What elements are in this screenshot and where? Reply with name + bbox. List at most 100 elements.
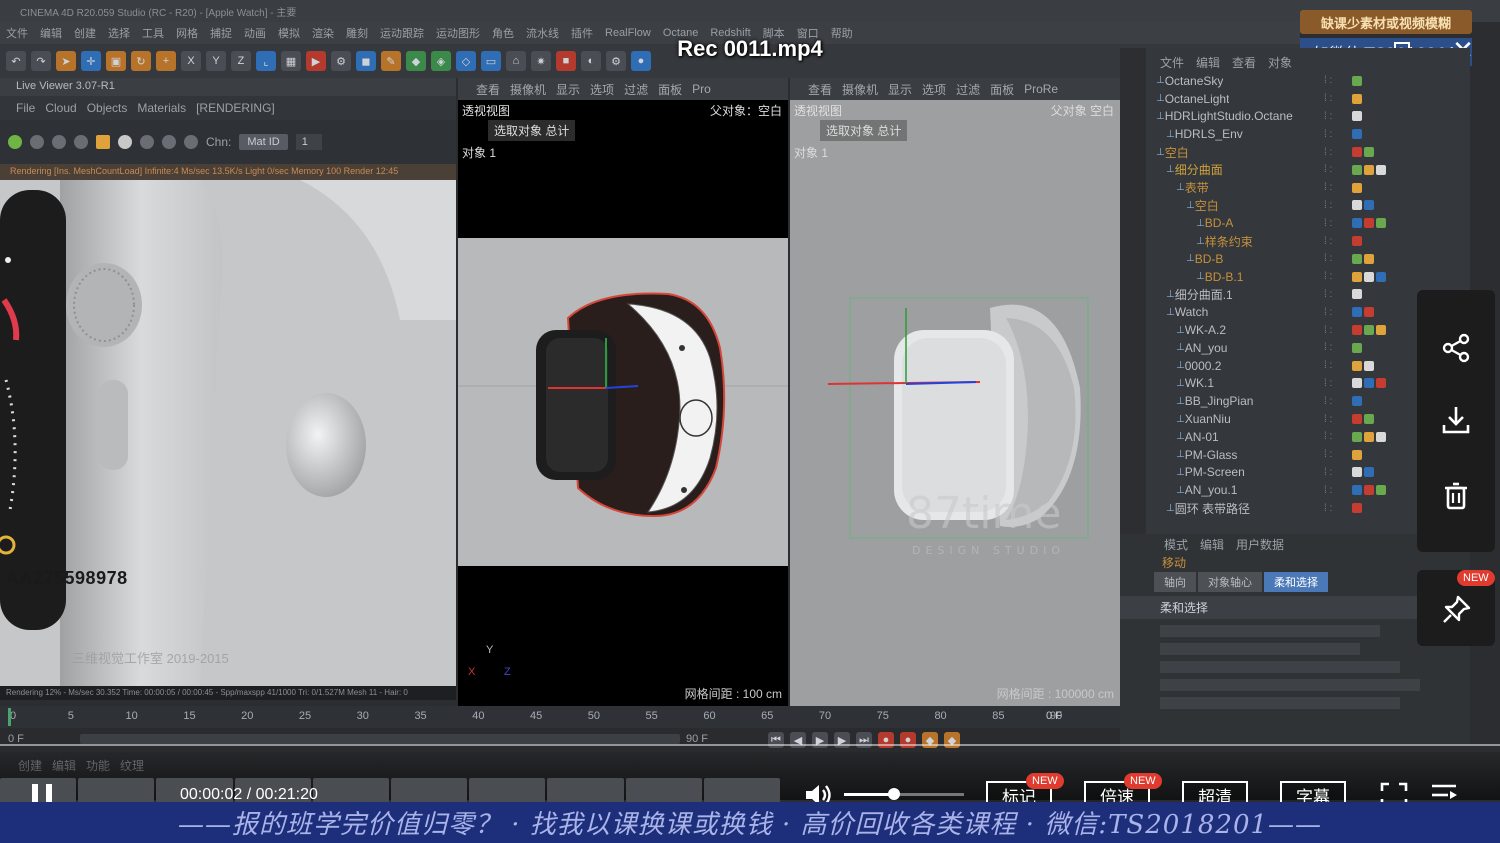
material-tag-icon[interactable]	[1364, 360, 1374, 371]
stop-icon[interactable]	[30, 135, 44, 149]
frame-range-slider[interactable]	[80, 734, 680, 744]
visibility-flags[interactable]: ⁞ :	[1324, 360, 1332, 371]
object-manager-menu-item[interactable]: 对象	[1268, 54, 1292, 74]
video-progress-bar[interactable]	[0, 744, 1500, 746]
channel-select[interactable]: Mat ID	[239, 134, 288, 150]
visibility-flags[interactable]: ⁞ :	[1324, 236, 1332, 247]
material-tag-icon[interactable]	[1364, 200, 1374, 211]
viewport-menu-item[interactable]: 摄像机	[842, 81, 878, 98]
material-tag-icon[interactable]	[1364, 414, 1374, 425]
material-tag-icon[interactable]	[1352, 218, 1362, 229]
material-tag-icon[interactable]	[1352, 485, 1362, 496]
material-tag-icon[interactable]	[1352, 431, 1362, 442]
material-tag-icon[interactable]	[1352, 164, 1362, 175]
focus-icon[interactable]	[184, 135, 198, 149]
object-row[interactable]: ⊥ OctaneLight ⁞ :	[1152, 90, 1470, 108]
material-tag-icon[interactable]	[1352, 414, 1362, 425]
playhead-marker[interactable]	[8, 708, 11, 726]
material-thumb[interactable]	[312, 778, 390, 804]
material-thumb[interactable]	[391, 778, 468, 804]
material-tag-icon[interactable]	[1364, 307, 1374, 318]
object-row[interactable]: ⊥ OctaneSky ⁞ :	[1152, 72, 1470, 90]
attribute-tab[interactable]: 轴向	[1154, 572, 1196, 592]
material-tag-icon[interactable]	[1352, 467, 1362, 478]
timeline-ruler[interactable]: 0 5 10 15 20 25 30 35 40 45 50 55 60 65 70 75 80 85 90	[0, 706, 1120, 728]
material-tag-icon[interactable]	[1352, 236, 1362, 247]
material-tag-icon[interactable]	[1352, 307, 1362, 318]
material-tag-icon[interactable]	[1352, 325, 1362, 336]
viewport-menu-item[interactable]: ProRe	[1024, 82, 1058, 96]
material-tag-icon[interactable]	[1352, 449, 1362, 460]
material-tag-icon[interactable]	[1376, 485, 1386, 496]
attribute-field[interactable]	[1160, 697, 1400, 709]
object-row[interactable]: ⊥ 样条约束 ⁞ :	[1152, 232, 1470, 250]
channel-number[interactable]: 1	[295, 134, 322, 150]
visibility-flags[interactable]: ⁞ :	[1324, 396, 1332, 407]
material-tag-icon[interactable]	[1364, 253, 1374, 264]
material-tag-icon[interactable]	[1352, 396, 1362, 407]
attribute-field[interactable]	[1160, 643, 1360, 655]
visibility-flags[interactable]: ⁞ :	[1324, 307, 1332, 318]
visibility-flags[interactable]: ⁞ :	[1324, 449, 1332, 460]
object-manager-menu-item[interactable]: 查看	[1232, 54, 1256, 74]
download-icon[interactable]	[1417, 390, 1495, 450]
visibility-flags[interactable]: ⁞ :	[1324, 467, 1332, 478]
viewport-menu-item[interactable]: 显示	[556, 81, 580, 98]
material-tag-icon[interactable]	[1352, 271, 1362, 282]
object-manager-menu-item[interactable]: 文件	[1160, 54, 1184, 74]
material-tag-icon[interactable]	[1376, 378, 1386, 389]
viewport-left[interactable]: 查看 摄像机 显示 选项 过滤 面板 Pro 透视视图 父对象：空白 选取对象 总计 对象 …	[458, 78, 788, 706]
live-viewer-menu-item[interactable]: Cloud	[45, 101, 76, 115]
material-tag-icon[interactable]	[1352, 111, 1362, 122]
visibility-flags[interactable]: ⁞ :	[1324, 485, 1332, 496]
current-frame-field[interactable]: 0 F	[1046, 710, 1062, 722]
visibility-flags[interactable]: ⁞ :	[1324, 147, 1332, 158]
visibility-flags[interactable]: ⁞ :	[1324, 271, 1332, 282]
material-tag-icon[interactable]	[1364, 378, 1374, 389]
object-row[interactable]: ⊥ HDRLS_Env ⁞ :	[1152, 125, 1470, 143]
material-thumb[interactable]	[703, 778, 781, 804]
object-row[interactable]: ⊥ BD-B.1 ⁞ :	[1152, 268, 1470, 286]
material-tag-icon[interactable]	[1352, 503, 1362, 514]
viewport-menu-item[interactable]: 查看	[808, 81, 832, 98]
material-tag-icon[interactable]	[1376, 271, 1386, 282]
material-tag-icon[interactable]	[1364, 147, 1374, 158]
visibility-flags[interactable]: ⁞ :	[1324, 129, 1332, 140]
visibility-flags[interactable]: ⁞ :	[1324, 75, 1332, 86]
object-row[interactable]: ⊥ 细分曲面 ⁞ :	[1152, 161, 1470, 179]
sphere-icon[interactable]	[118, 135, 132, 149]
material-tag-icon[interactable]	[1364, 218, 1374, 229]
pause-icon[interactable]	[52, 135, 66, 149]
object-row[interactable]: ⊥ BD-A ⁞ :	[1152, 214, 1470, 232]
viewport-menu-item[interactable]: Pro	[692, 82, 711, 96]
visibility-flags[interactable]: ⁞ :	[1324, 164, 1332, 175]
material-tag-icon[interactable]	[1364, 325, 1374, 336]
material-tag-icon[interactable]	[1352, 342, 1362, 353]
volume-knob[interactable]	[888, 788, 900, 800]
refresh-icon[interactable]	[8, 135, 22, 149]
lock-icon[interactable]	[96, 135, 110, 149]
material-tag-icon[interactable]	[1376, 218, 1386, 229]
object-row[interactable]: ⊥ 空白 ⁞ :	[1152, 197, 1470, 215]
attribute-tab[interactable]: 柔和选择	[1264, 572, 1328, 592]
material-tag-icon[interactable]	[1364, 164, 1374, 175]
material-tag-icon[interactable]	[1364, 271, 1374, 282]
material-tag-icon[interactable]	[1352, 75, 1362, 86]
material-tag-icon[interactable]	[1376, 164, 1386, 175]
material-thumb[interactable]	[625, 778, 702, 804]
object-manager-menu-item[interactable]: 编辑	[1196, 54, 1220, 74]
visibility-flags[interactable]: ⁞ :	[1324, 93, 1332, 104]
attribute-tab[interactable]: 对象轴心	[1198, 572, 1262, 592]
visibility-flags[interactable]: ⁞ :	[1324, 342, 1332, 353]
material-tag-icon[interactable]	[1364, 485, 1374, 496]
material-tag-icon[interactable]	[1364, 431, 1374, 442]
visibility-flags[interactable]: ⁞ :	[1324, 289, 1332, 300]
viewport-menu-item[interactable]: 面板	[658, 81, 682, 98]
visibility-flags[interactable]: ⁞ :	[1324, 182, 1332, 193]
object-row[interactable]: ⊥ HDRLightStudio.Octane ⁞ :	[1152, 108, 1470, 126]
attribute-menu-item[interactable]: 用户数据	[1236, 536, 1284, 553]
attribute-menu-item[interactable]: 编辑	[1200, 536, 1224, 553]
viewport-menu-item[interactable]: 显示	[888, 81, 912, 98]
material-thumb[interactable]	[469, 778, 546, 804]
material-tag-icon[interactable]	[1352, 360, 1362, 371]
